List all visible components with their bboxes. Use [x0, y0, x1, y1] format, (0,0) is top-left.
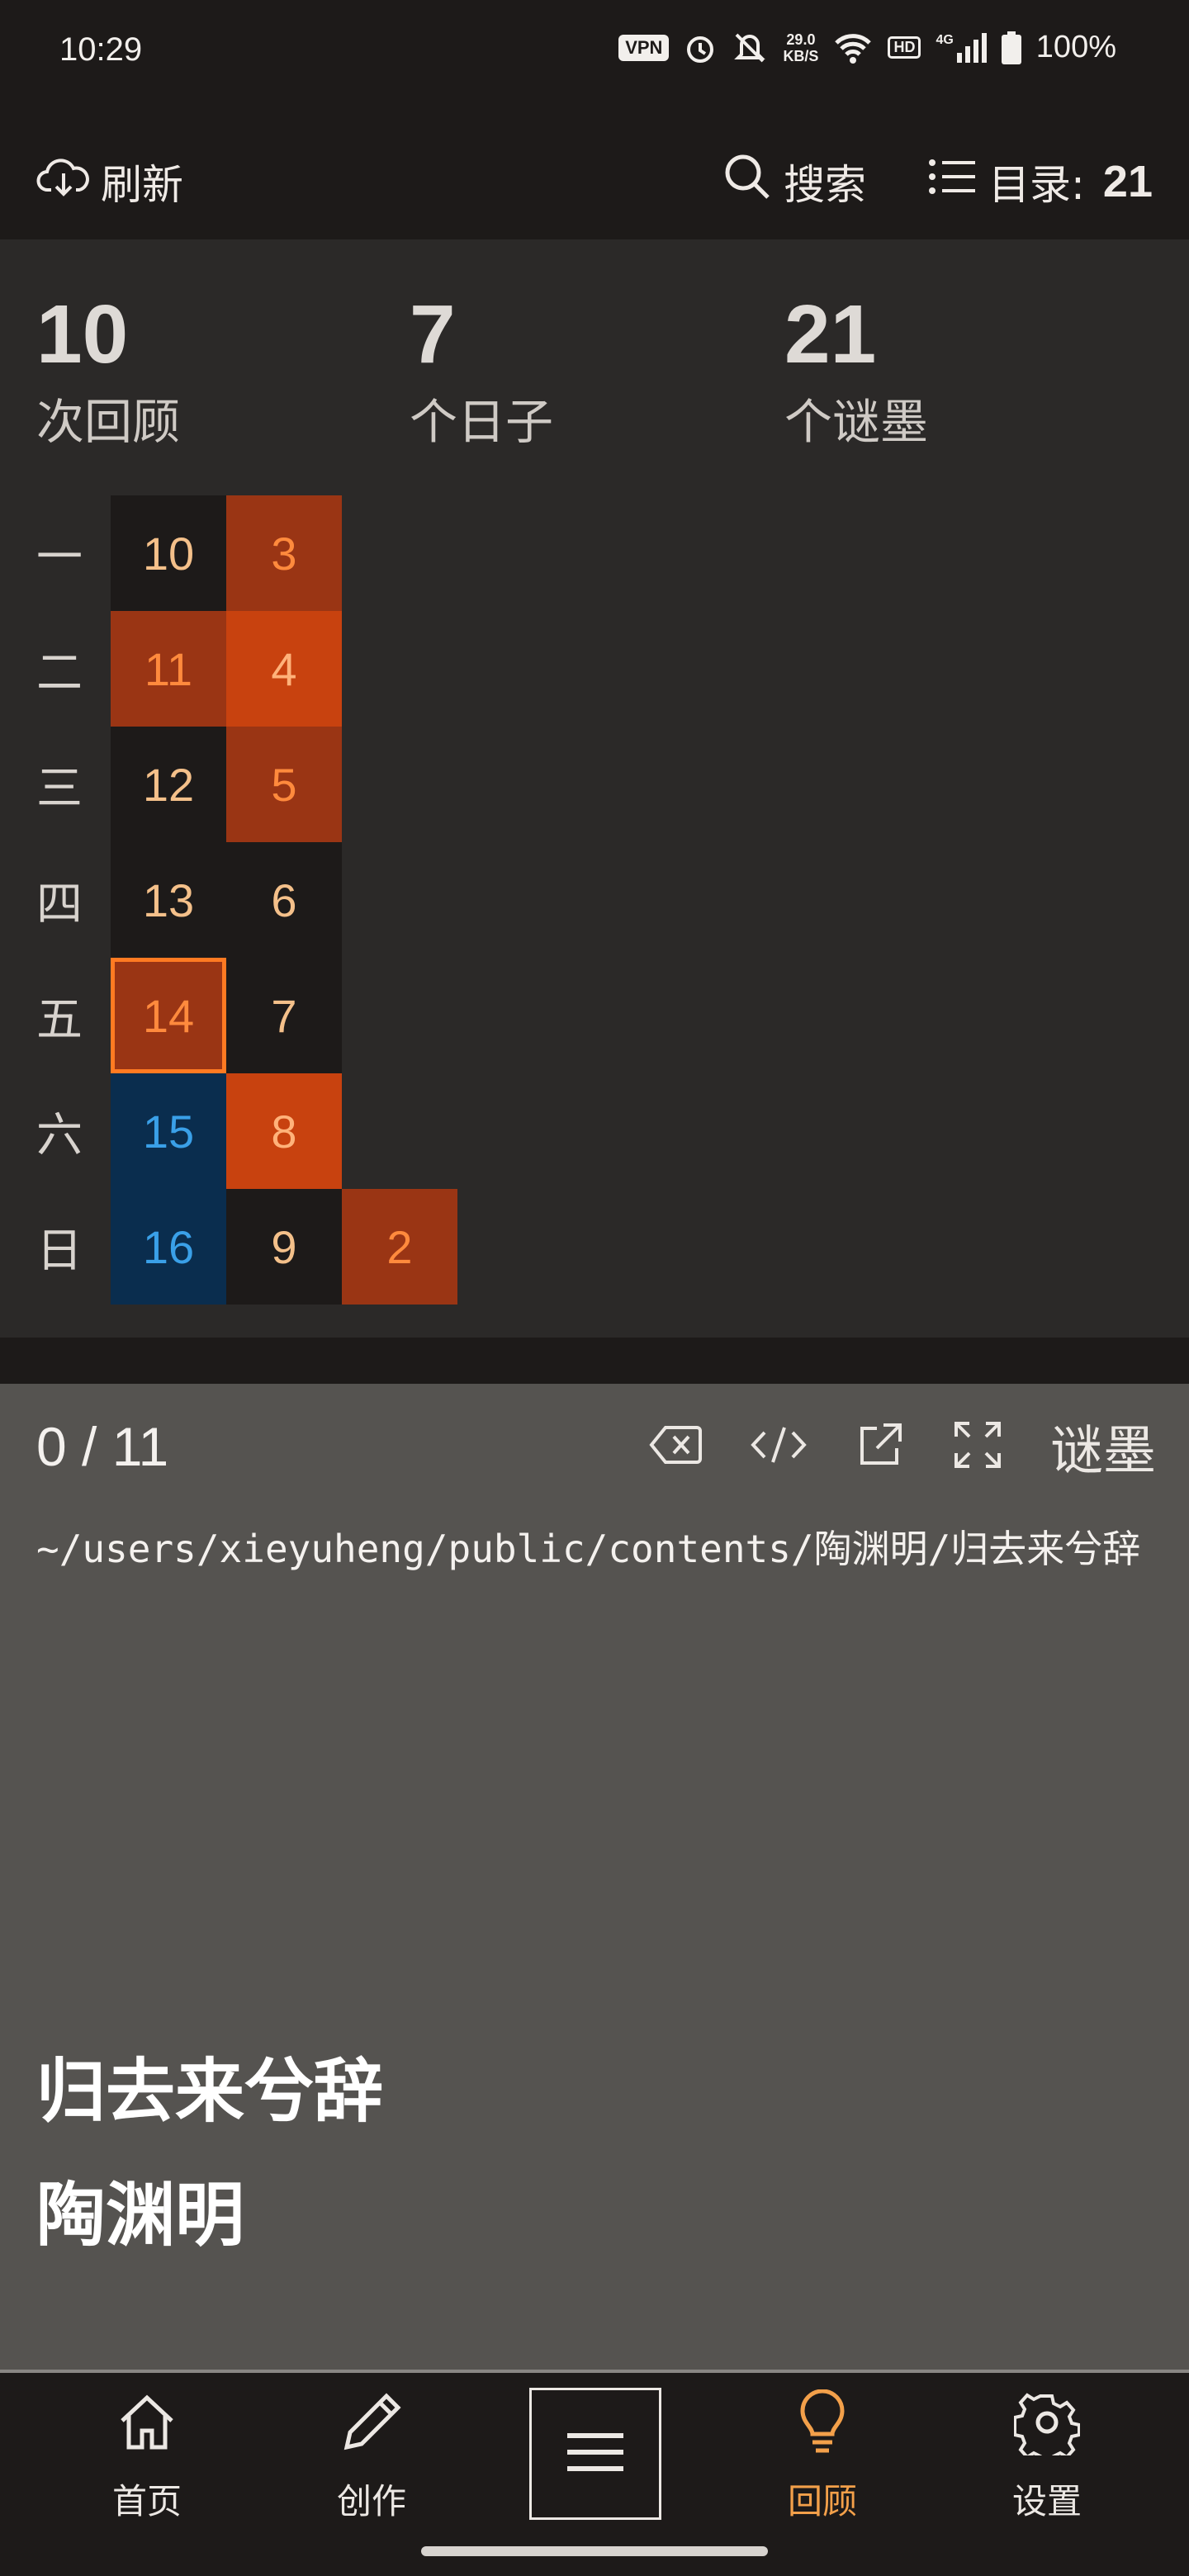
catalog-label: 目录: [988, 161, 1085, 209]
poem-title: 归去来兮辞 [36, 2051, 384, 2132]
nav-review-label: 回顾 [787, 2481, 857, 2522]
toolbar-actions: 搜索 目录: 21 [722, 149, 1153, 215]
calendar-day-cell[interactable]: 9 [226, 1189, 342, 1305]
speed-unit: KB/S [783, 47, 819, 64]
weekday-thu: 四 [36, 877, 83, 931]
search-label: 搜索 [784, 161, 867, 209]
nav-review[interactable]: 回顾 [748, 2389, 897, 2522]
reader-counter: 0 / 11 [36, 1416, 169, 1477]
status-bar: 10:29 VPN 29.0 KB/S HD 4G 100% [0, 0, 1189, 107]
stat-reviews-label: 次回顾 [36, 394, 181, 450]
list-icon [927, 156, 977, 207]
file-path: ~/users/xieyuheng/public/contents/陶渊明/归去… [36, 1527, 1141, 1571]
calendar-day-cell[interactable]: 13 [111, 842, 226, 958]
stat-days: 7 个日子 [410, 289, 553, 452]
top-toolbar: 刷新 搜索 目录: 21 [0, 124, 1189, 239]
weekday-fri: 五 [36, 992, 83, 1047]
refresh-label: 刷新 [101, 161, 183, 209]
stat-reviews: 10 次回顾 [36, 289, 180, 452]
signal-icon: 4G [936, 32, 987, 63]
calendar-day-cell-selected[interactable]: 14 [111, 958, 226, 1073]
nav-settings[interactable]: 设置 [973, 2389, 1121, 2522]
nav-create-label: 创作 [336, 2481, 406, 2522]
section-divider [0, 1338, 1189, 1384]
calendar-day-cell[interactable]: 15 [111, 1073, 226, 1189]
riddle-tag-button[interactable]: 谜墨 [1050, 1409, 1156, 1485]
review-stats-panel: 10 次回顾 7 个日子 21 个谜墨 一 二 三 四 五 六 日 10 11 … [0, 239, 1189, 1338]
nav-settings-label: 设置 [1011, 2481, 1082, 2522]
weekday-sun: 日 [36, 1224, 83, 1278]
network-type: 4G [936, 32, 954, 47]
calendar-day-cell[interactable]: 10 [111, 495, 226, 611]
nav-home-label: 首页 [111, 2481, 182, 2522]
code-icon[interactable] [750, 1423, 808, 1470]
calendar-day-cell[interactable]: 3 [226, 495, 342, 611]
status-icons: VPN 29.0 KB/S HD 4G 100% [618, 30, 1116, 65]
wifi-icon [833, 31, 873, 64]
stat-riddles: 21 个谜墨 [784, 289, 928, 452]
fullscreen-icon[interactable] [953, 1420, 1002, 1473]
calendar-day-cell[interactable]: 4 [226, 611, 342, 727]
mute-icon [732, 31, 768, 64]
menu-button[interactable] [529, 2388, 661, 2520]
bottom-navigation: 首页 创作 回顾 设置 [0, 2373, 1189, 2576]
external-link-icon[interactable] [855, 1420, 905, 1473]
refresh-button[interactable]: 刷新 [36, 149, 183, 215]
poem-author: 陶渊明 [36, 2175, 245, 2256]
reader-panel: 0 / 11 谜墨 ~/users/xieyuheng/public/conte… [0, 1384, 1189, 2370]
calendar-day-cell[interactable]: 2 [342, 1189, 457, 1305]
alarm-icon [684, 31, 717, 64]
weekday-wed: 三 [36, 761, 83, 816]
weekday-tue: 二 [36, 646, 83, 700]
hamburger-icon [562, 2427, 628, 2480]
calendar-day-cell[interactable]: 5 [226, 727, 342, 842]
nav-create[interactable]: 创作 [297, 2389, 446, 2522]
backspace-icon[interactable] [649, 1423, 702, 1470]
weekday-sat: 六 [36, 1108, 83, 1163]
hd-badge: HD [888, 36, 921, 59]
stat-reviews-value: 10 [36, 288, 129, 381]
lightbulb-icon [789, 2389, 855, 2464]
calendar-day-cell[interactable]: 7 [226, 958, 342, 1073]
catalog-count: 21 [1102, 157, 1153, 206]
stat-riddles-label: 个谜墨 [784, 394, 929, 450]
calendar-day-cell[interactable]: 16 [111, 1189, 226, 1305]
network-speed: 29.0 KB/S [783, 31, 818, 64]
vpn-badge: VPN [618, 34, 670, 61]
stat-riddles-value: 21 [784, 288, 877, 381]
home-indicator [421, 2546, 768, 2556]
home-icon [114, 2389, 180, 2464]
stat-days-value: 7 [410, 288, 456, 381]
pencil-icon [339, 2389, 405, 2464]
stat-days-label: 个日子 [410, 394, 554, 450]
status-time: 10:29 [59, 31, 143, 68]
calendar-day-cell[interactable]: 6 [226, 842, 342, 958]
battery-level: 100% [1035, 30, 1116, 64]
reader-toolbar: 谜墨 [649, 1413, 1156, 1482]
speed-value: 29.0 [786, 31, 816, 48]
gear-icon [1013, 2389, 1081, 2465]
cloud-download-icon [36, 154, 91, 210]
search-icon [722, 152, 772, 211]
weekday-mon: 一 [36, 530, 83, 585]
battery-icon [1001, 31, 1021, 64]
calendar-day-cell[interactable]: 12 [111, 727, 226, 842]
catalog-button[interactable]: 目录: 21 [927, 152, 1153, 211]
calendar-day-cell[interactable]: 8 [226, 1073, 342, 1189]
calendar-day-cell[interactable]: 11 [111, 611, 226, 727]
nav-home[interactable]: 首页 [73, 2389, 221, 2522]
search-button[interactable]: 搜索 [722, 152, 866, 211]
